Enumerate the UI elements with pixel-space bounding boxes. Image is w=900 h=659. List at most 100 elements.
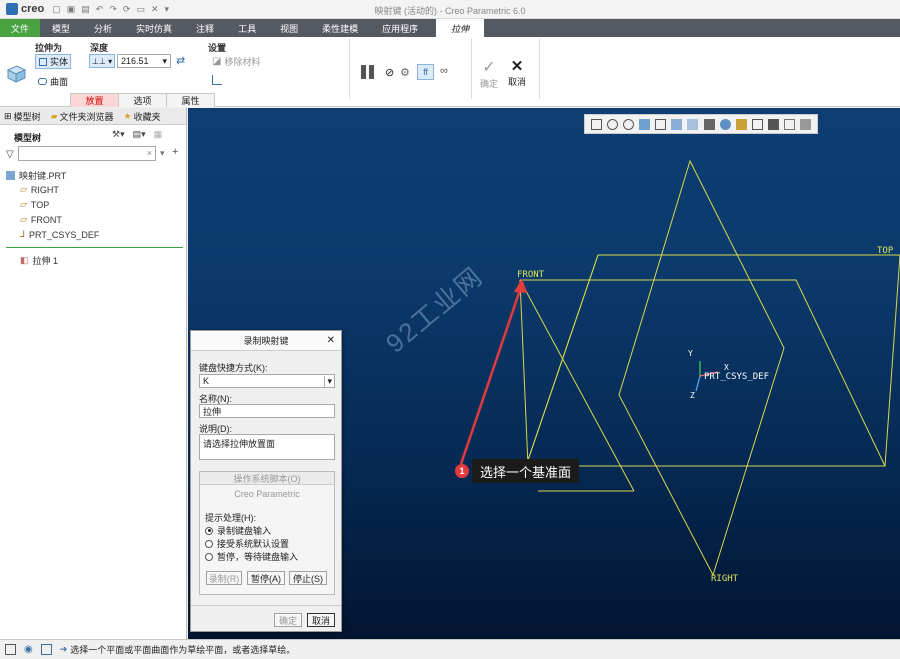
tree-item-front[interactable]: ▱ FRONT (20, 214, 62, 225)
depth-value-input[interactable]: 216.51 ▾ (117, 54, 171, 68)
preview-icon[interactable]: ff (417, 64, 434, 80)
tree-filter-icon[interactable]: ▦ (154, 129, 163, 140)
callout-arrow (459, 283, 524, 465)
description-input[interactable]: 请选择拉伸放置面 (199, 434, 335, 460)
stop-button[interactable]: 停止(S) (289, 571, 327, 585)
undo-icon[interactable]: ↶ (96, 4, 104, 15)
tab-view[interactable]: 视图 (268, 19, 310, 37)
new-icon[interactable]: ▢ (52, 4, 61, 15)
no-preview-icon[interactable]: ⊘ (385, 66, 394, 79)
tab-favorites[interactable]: ★ 收藏夹 (124, 110, 161, 123)
separator (471, 39, 472, 99)
dialog-ok-button[interactable]: 确定 (274, 613, 302, 627)
surface-button[interactable]: 曲面 (38, 75, 68, 88)
open-icon[interactable]: ▣ (67, 4, 76, 15)
tree-item-csys[interactable]: ⅃ PRT_CSYS_DEF (20, 229, 99, 240)
tab-file[interactable]: 文件 (0, 19, 40, 37)
tree-item-part[interactable]: 映射键.PRT (6, 169, 66, 182)
datum-plane-icon: ▱ (20, 214, 27, 224)
model-tree-icon: ⊞ (4, 110, 12, 121)
tab-applications[interactable]: 应用程序 (370, 19, 430, 37)
favorites-icon: ★ (123, 110, 132, 121)
title-bar: creo ▢ ▣ ▤ ↶ ↷ ⟳ ▭ ✕ ▾ 映射键 (活动的) - Creo … (0, 0, 900, 19)
radio-accept-default[interactable]: 接受系统默认设置 (205, 537, 289, 550)
dialog-cancel-button[interactable]: 取消 (307, 613, 335, 627)
close-icon: ✕ (510, 58, 524, 75)
window-icon[interactable]: ▭ (136, 4, 145, 15)
tab-properties[interactable]: 属性 (166, 93, 215, 107)
right-label: RIGHT (711, 574, 739, 584)
regenerate-icon[interactable]: ⟳ (123, 4, 131, 15)
save-icon[interactable]: ▤ (81, 4, 90, 15)
thicken-icon[interactable] (212, 75, 222, 85)
check-icon: ✓ (482, 59, 496, 76)
tree-item-right[interactable]: ▱ RIGHT (20, 184, 59, 195)
blind-depth-icon: ⊥⊥ ▾ (91, 56, 113, 66)
settings-label: 设置 (208, 43, 227, 53)
tab-options[interactable]: 选项 (118, 93, 167, 107)
dialog-divider (191, 605, 341, 606)
callout-number: 1 (455, 464, 469, 478)
tree-settings-icon[interactable]: ⚒▾ (112, 129, 125, 140)
close-icon[interactable]: ✕ (327, 335, 335, 346)
clear-icon[interactable]: × (147, 148, 152, 158)
dialog-title: 录制映射键 ✕ (191, 331, 341, 351)
browser-toggle-icon[interactable]: ◉ (24, 644, 33, 655)
tree-search-input[interactable]: × (18, 146, 156, 161)
glasses-icon[interactable]: ∞ (440, 65, 448, 77)
radio-record-keyboard[interactable]: 录制键盘输入 (205, 524, 271, 537)
tab-flexible-modeling[interactable]: 柔性建模 (310, 19, 370, 37)
remove-material-button[interactable]: ◪ 移除材料 (212, 55, 260, 68)
tab-extrude[interactable]: 拉伸 (436, 19, 485, 37)
chevron-down-icon[interactable]: ▾ (160, 148, 165, 159)
tab-model-tree[interactable]: ⊞ 模型树 (4, 110, 41, 123)
separator (349, 39, 350, 99)
tab-folder-browser[interactable]: ▰ 文件夹浏览器 (51, 110, 114, 123)
pause-button[interactable]: 暂停(A) (247, 571, 285, 585)
cancel-button[interactable]: ✕ 取消 (508, 57, 526, 88)
tab-tools[interactable]: 工具 (226, 19, 268, 37)
navigator-toggle-icon[interactable] (5, 644, 16, 655)
tree-item-extrude[interactable]: ◧ 拉伸 1 (20, 254, 58, 267)
model-tree-title: 模型树 (14, 133, 42, 143)
csys-y-label: Y (688, 349, 693, 358)
tab-live-simulation[interactable]: 实时仿真 (124, 19, 184, 37)
top-label: TOP (877, 246, 894, 256)
ok-button[interactable]: ✓ 确定 (480, 57, 498, 90)
shortcut-select[interactable]: K ▾ (199, 374, 335, 388)
quick-access-toolbar: ▢ ▣ ▤ ↶ ↷ ⟳ ▭ ✕ ▾ (52, 4, 169, 15)
creo-script-tab[interactable]: Creo Parametric (200, 489, 334, 499)
flip-direction-icon[interactable]: ⇄ (176, 54, 185, 67)
os-script-tab[interactable]: 操作系统脚本(O) (200, 472, 334, 485)
record-button[interactable]: 录制(R) (206, 571, 242, 585)
csys-z-axis (695, 375, 701, 392)
tab-model[interactable]: 模型 (40, 19, 82, 37)
tree-show-icon[interactable]: ▤▾ (133, 129, 146, 140)
record-mapkey-dialog: 录制映射键 ✕ 键盘快捷方式(K): K ▾ 名称(N): 拉伸 说明(D): 请选… (190, 330, 342, 632)
creo-logo: creo (6, 3, 44, 15)
status-bar: ◉ ➔ 选择一个平面或平面曲面作为草绘平面，或者选择草绘。 (0, 639, 900, 659)
status-message: 选择一个平面或平面曲面作为草绘平面，或者选择草绘。 (70, 645, 296, 655)
qat-dropdown-icon[interactable]: ▾ (165, 4, 170, 15)
datum-plane-right (618, 159, 785, 577)
tree-item-top[interactable]: ▱ TOP (20, 199, 49, 210)
solid-button[interactable]: 实体 (35, 54, 71, 69)
tab-analysis[interactable]: 分析 (82, 19, 124, 37)
dashboard-tabs: 放置 选项 属性 (70, 93, 215, 107)
add-icon[interactable]: + (172, 146, 178, 158)
radio-pause-wait[interactable]: 暂停，等待键盘输入 (205, 550, 298, 563)
pause-icon[interactable] (361, 65, 375, 79)
tab-placement[interactable]: 放置 (70, 93, 119, 107)
redo-icon[interactable]: ↷ (109, 4, 117, 15)
name-input[interactable]: 拉伸 (199, 404, 335, 418)
tab-annotate[interactable]: 注释 (184, 19, 226, 37)
extrude-feature-icon: ◧ (20, 255, 29, 265)
prompt-label: 提示处理(H): (205, 513, 256, 523)
depth-type-dropdown[interactable]: ⊥⊥ ▾ (89, 54, 115, 68)
fullscreen-icon[interactable] (40, 644, 52, 655)
surface-icon (38, 78, 47, 85)
insert-indicator (6, 247, 183, 248)
filter-icon[interactable]: ▽ (6, 149, 14, 160)
verify-icon[interactable]: ⚙ (400, 66, 410, 79)
close-window-icon[interactable]: ✕ (151, 4, 159, 15)
